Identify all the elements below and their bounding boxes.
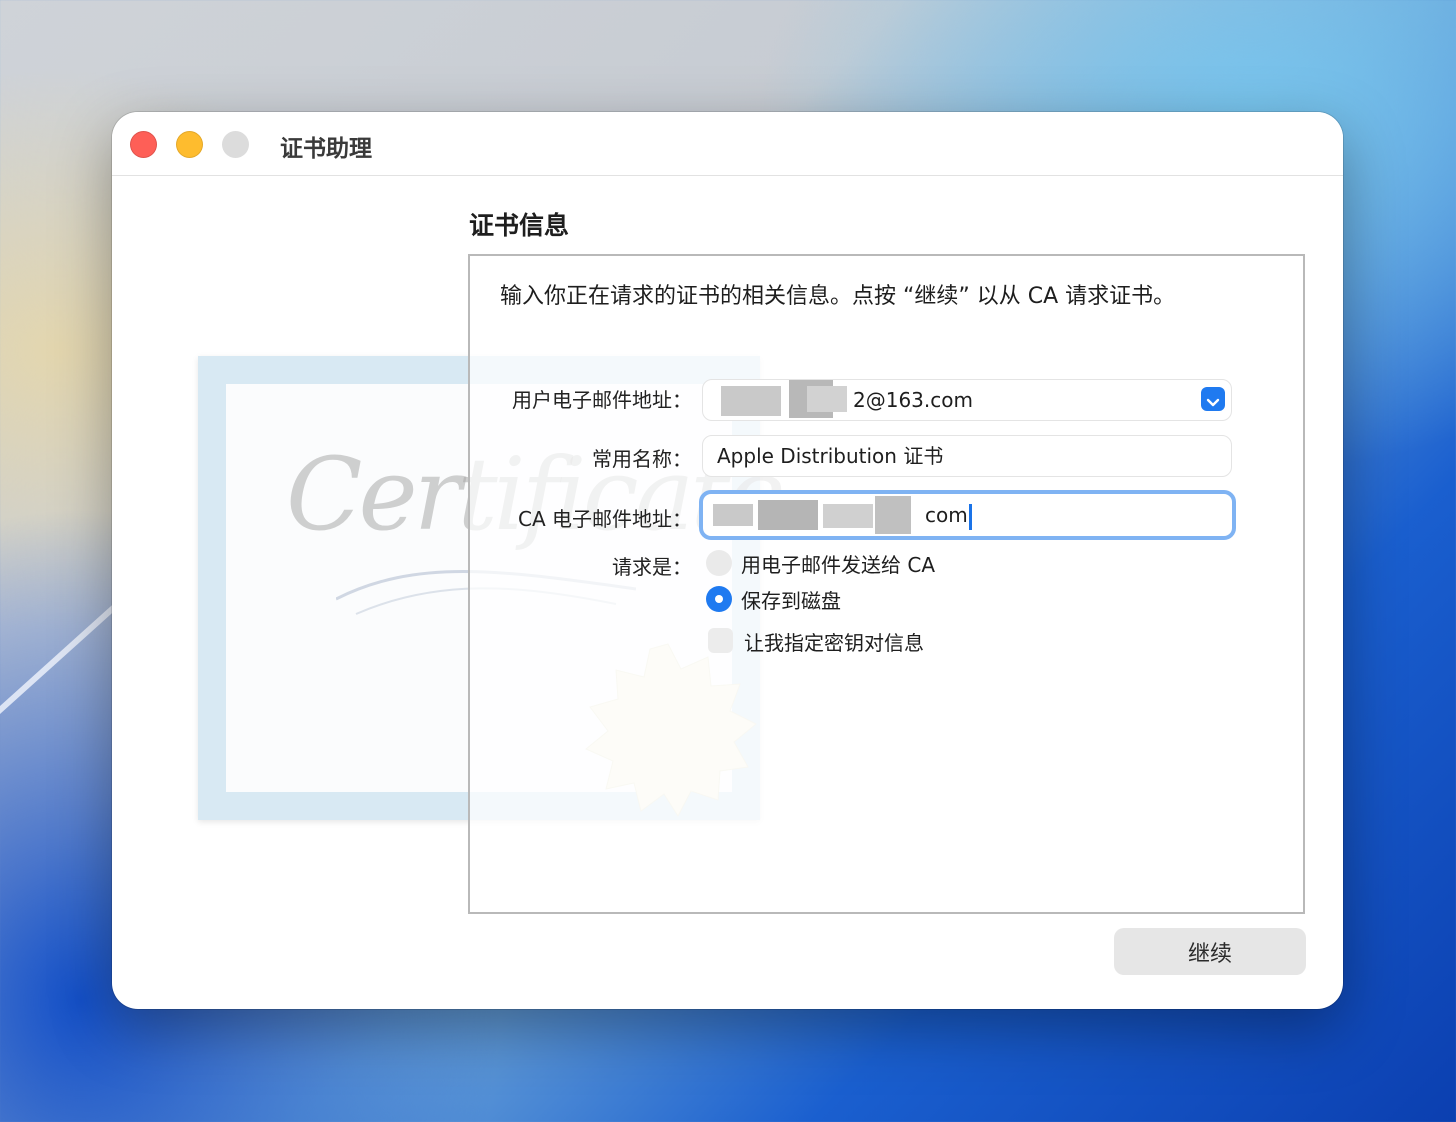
ca-email-label: CA 电子邮件地址： [517, 507, 692, 531]
key-pair-checkbox-label: 让我指定密钥对信息 [744, 631, 924, 655]
text-cursor [968, 503, 972, 530]
zoom-button[interactable] [222, 131, 249, 158]
radio-button[interactable] [706, 550, 732, 576]
continue-button[interactable]: 继续 [1114, 928, 1306, 975]
form-pane [468, 254, 1305, 914]
ca-email-field[interactable]: com [699, 490, 1236, 540]
common-name-field[interactable]: Apple Distribution 证书 [702, 435, 1232, 477]
radio-email-to-ca-label: 用电子邮件发送给 CA [741, 553, 936, 577]
window-title: 证书助理 [280, 136, 372, 162]
close-button[interactable] [130, 131, 157, 158]
chevron-down-icon [1206, 398, 1220, 407]
redacted-mosaic [875, 496, 911, 534]
redacted-mosaic [823, 504, 873, 528]
redacted-mosaic [758, 500, 818, 530]
minimize-button[interactable] [176, 131, 203, 158]
redacted-mosaic [713, 504, 753, 526]
redacted-mosaic [721, 386, 781, 416]
common-name-label: 常用名称： [592, 447, 692, 471]
section-title: 证书信息 [469, 211, 570, 240]
intro-text: 输入你正在请求的证书的相关信息。点按 “继续” 以从 CA 请求证书。 [500, 284, 1176, 309]
certificate-assistant-window: 证书助理 Certificate 证书信息 输入你正在请求的证书的相关信息。点按… [112, 112, 1343, 1009]
radio-save-to-disk-label: 保存到磁盘 [741, 589, 841, 613]
user-email-label: 用户电子邮件地址： [512, 388, 692, 412]
key-pair-checkbox[interactable] [708, 628, 733, 653]
ca-email-value-wrap: com [925, 494, 972, 536]
request-label: 请求是： [612, 555, 692, 579]
user-email-value: 2@163.com [853, 388, 973, 412]
dropdown-button[interactable] [1201, 387, 1225, 411]
radio-button-selected[interactable] [706, 586, 732, 612]
redacted-mosaic [807, 386, 847, 412]
user-email-combobox[interactable]: 2@163.com [702, 379, 1232, 421]
ca-email-value: com [925, 503, 968, 527]
title-bar: 证书助理 [112, 112, 1343, 176]
